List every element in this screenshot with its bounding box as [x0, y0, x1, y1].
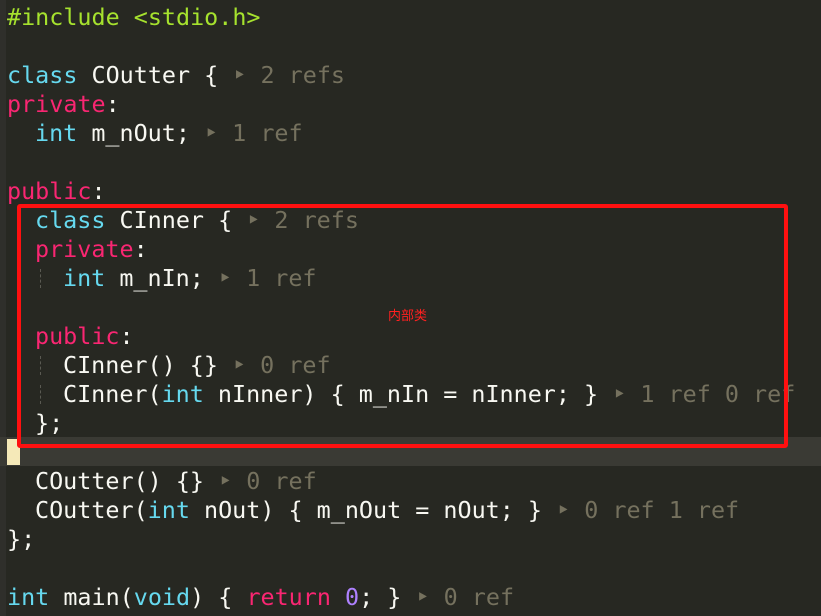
code-editor[interactable]: #include <stdio.h> class COutter { ‣ 2 r… [0, 0, 821, 616]
keyword-class: class [7, 61, 78, 89]
type-int: int [147, 496, 190, 524]
codelens-refs[interactable]: ‣ 0 ref [204, 467, 317, 495]
punctuation: : [105, 90, 120, 118]
member-name: m_nOut; [77, 119, 190, 147]
code-line-coutter-ctor[interactable]: COutter() {} ‣ 0 ref [7, 467, 317, 496]
type-int: int [35, 119, 78, 147]
codelens-refs[interactable]: ‣ 2 refs [218, 61, 345, 89]
number-literal: 0 [345, 583, 360, 611]
code-line-member-nout[interactable]: int m_nOut; ‣ 1 ref [7, 119, 303, 148]
class-name: COutter { [77, 61, 219, 89]
codelens-refs[interactable]: ‣ 0 ref 1 ref [542, 496, 739, 524]
function-end: ; } [359, 583, 402, 611]
keyword-private: private [7, 90, 106, 118]
code-line-main[interactable]: int main(void) { return 0; } ‣ 0 ref [7, 583, 514, 612]
type-int: int [7, 583, 50, 611]
annotation-highlight-box [17, 204, 788, 448]
code-line-include[interactable]: #include <stdio.h> [7, 3, 260, 32]
code-line-public[interactable]: public: [7, 177, 106, 206]
punctuation: : [91, 177, 106, 205]
function-name: main( [49, 583, 134, 611]
code-line-private[interactable]: private: [7, 90, 120, 119]
gutter [0, 0, 6, 616]
constructor-name: COutter( [35, 496, 148, 524]
annotation-label: 内部类 [388, 309, 428, 324]
keyword-return: return [246, 583, 331, 611]
function-brace: ) { [190, 583, 247, 611]
code-line-close-outer[interactable]: }; [7, 525, 35, 554]
constructor-body: nOut) { m_nOut = nOut; } [189, 496, 542, 524]
code-line-class-coutter[interactable]: class COutter { ‣ 2 refs [7, 61, 345, 90]
codelens-refs[interactable]: ‣ 1 ref [190, 119, 303, 147]
type-void: void [133, 583, 191, 611]
code-line-coutter-ctor-param[interactable]: COutter(int nOut) { m_nOut = nOut; } ‣ 0… [7, 496, 739, 525]
codelens-refs[interactable]: ‣ 0 ref [401, 583, 514, 611]
keyword-public: public [7, 177, 92, 205]
constructor-code: COutter() {} [35, 467, 204, 495]
